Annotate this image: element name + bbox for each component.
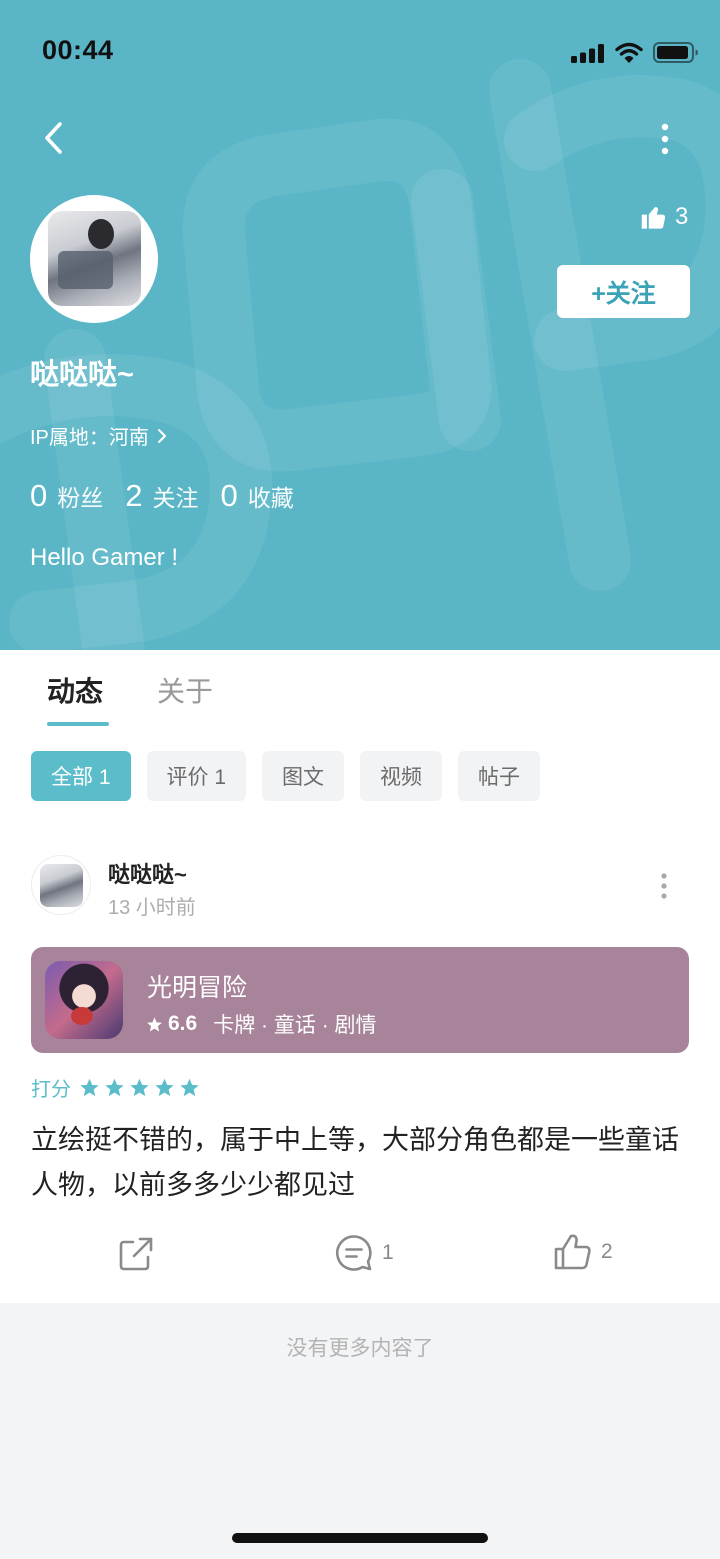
score-stars xyxy=(79,1077,204,1098)
tab-activity[interactable]: 动态 xyxy=(47,670,103,710)
game-rating: 6.6 xyxy=(168,1012,198,1035)
like-count: 2 xyxy=(601,1240,613,1263)
following-label[interactable]: 关注 xyxy=(153,479,199,513)
followers-label[interactable]: 粉丝 xyxy=(57,479,103,513)
tab-about[interactable]: 关于 xyxy=(157,670,213,710)
review-text: 立绘挺不错的，属于中上等，大部分角色都是一些童话人物，以前多多少少都见过 xyxy=(31,1125,679,1200)
profile-likes[interactable]: 3 xyxy=(640,202,688,232)
followers-count[interactable]: 0 xyxy=(30,478,47,514)
game-card[interactable]: 光明冒险 6.6 卡牌 · 童话 · 剧情 xyxy=(31,947,689,1053)
no-more-content: 没有更多内容了 xyxy=(286,1337,434,1360)
score-label: 打分 xyxy=(31,1079,71,1101)
follow-button[interactable]: +关注 xyxy=(557,265,690,318)
favorites-label[interactable]: 收藏 xyxy=(248,479,294,513)
game-title: 光明冒险 xyxy=(147,974,248,1002)
filter-image-text[interactable]: 图文 xyxy=(262,751,345,801)
ip-location[interactable]: IP属地：河南 xyxy=(30,421,169,450)
comment-button[interactable]: 1 xyxy=(334,1233,394,1273)
filter-chips: 全部 1 评价 1 图文 视频 帖子 xyxy=(31,751,541,801)
status-time: 00:44 xyxy=(42,35,114,65)
post-avatar[interactable] xyxy=(31,855,91,915)
filter-posts[interactable]: 帖子 xyxy=(458,751,541,801)
rating-star-icon xyxy=(79,1077,100,1098)
more-vertical-icon[interactable] xyxy=(655,122,675,156)
signal-icon xyxy=(571,44,604,63)
filter-all[interactable]: 全部 1 xyxy=(31,751,131,801)
post-avatar-image xyxy=(40,864,83,907)
filter-videos[interactable]: 视频 xyxy=(360,751,443,801)
profile-stats: 0 粉丝 2 关注 0 收藏 xyxy=(30,478,316,514)
score-row: 打分 xyxy=(31,1073,204,1102)
back-chevron-icon[interactable] xyxy=(38,118,70,158)
post-more-icon[interactable] xyxy=(656,872,672,900)
wifi-icon xyxy=(615,42,643,63)
likes-count: 3 xyxy=(675,203,689,230)
profile-avatar[interactable] xyxy=(30,195,158,323)
home-indicator[interactable] xyxy=(232,1533,488,1543)
thumbs-up-icon xyxy=(641,207,666,229)
game-icon xyxy=(45,961,123,1039)
chevron-right-icon xyxy=(157,428,166,443)
ip-location-label: IP属地：河南 xyxy=(30,427,149,449)
game-meta: 6.6 卡牌 · 童话 · 剧情 xyxy=(146,1009,377,1039)
rating-star-icon xyxy=(179,1077,200,1098)
post-time: 13 小时前 xyxy=(108,897,196,919)
filter-reviews[interactable]: 评价 1 xyxy=(146,751,247,801)
rating-star-icon xyxy=(154,1077,175,1098)
profile-bio: Hello Gamer ! xyxy=(30,544,179,571)
thumbs-up-outline-icon xyxy=(554,1234,591,1270)
avatar-image xyxy=(48,211,141,306)
comment-icon xyxy=(335,1235,372,1271)
rating-star-icon xyxy=(129,1077,150,1098)
tab-active-indicator xyxy=(47,722,109,726)
post-author[interactable]: 哒哒哒~ xyxy=(108,857,187,889)
star-icon xyxy=(147,1016,162,1031)
profile-header: 00:44 3 +关注 哒哒哒~ IP属地：河南 0 粉丝 2 关注 0 收藏 … xyxy=(0,0,720,650)
rating-star-icon xyxy=(104,1077,125,1098)
like-button[interactable]: 2 xyxy=(553,1232,613,1272)
comment-count: 1 xyxy=(382,1241,394,1264)
game-tags: 卡牌 · 童话 · 剧情 xyxy=(213,1014,377,1037)
following-count[interactable]: 2 xyxy=(125,478,142,514)
favorites-count[interactable]: 0 xyxy=(221,478,238,514)
share-button[interactable] xyxy=(116,1234,156,1274)
profile-name: 哒哒哒~ xyxy=(30,359,134,391)
battery-icon xyxy=(653,42,698,63)
share-icon xyxy=(119,1237,153,1271)
